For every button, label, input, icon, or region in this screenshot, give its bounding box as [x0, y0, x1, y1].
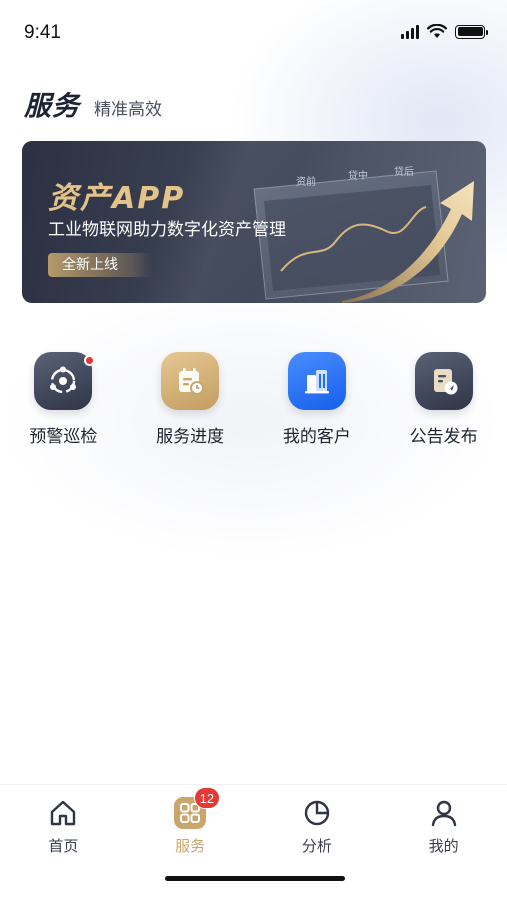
- user-icon: [428, 797, 460, 829]
- service-label: 预警巡检: [29, 427, 98, 447]
- service-grid: 预警巡检 服务进度 我的客户 公告发布: [0, 352, 507, 447]
- tab-label: 服务: [175, 837, 206, 855]
- banner-art-label: 贷中: [348, 169, 368, 182]
- page-title: 服务: [24, 91, 80, 122]
- service-label: 我的客户: [282, 427, 351, 447]
- banner-title: 资产APP: [48, 181, 186, 216]
- wifi-icon: [427, 24, 447, 38]
- banner-tag: 全新上线: [48, 253, 152, 277]
- service-item-announcement[interactable]: 公告发布: [380, 352, 507, 447]
- home-indicator[interactable]: [165, 876, 345, 881]
- status-icons: [401, 24, 488, 39]
- pie-chart-icon: [301, 797, 333, 829]
- battery-icon: [455, 24, 488, 39]
- service-item-service-progress[interactable]: 服务进度: [127, 352, 254, 447]
- notification-dot: [84, 355, 96, 366]
- banner-art-label: 资前: [296, 175, 316, 188]
- tab-home[interactable]: 首页: [0, 785, 127, 865]
- status-bar: 9:41: [0, 0, 507, 62]
- tab-badge: 12: [193, 787, 221, 809]
- signal-icon: [401, 24, 419, 39]
- page-subtitle: 精准高效: [94, 100, 162, 120]
- tab-label: 我的: [428, 837, 459, 855]
- notice-send-icon: [414, 352, 473, 410]
- banner-art-label: 贷后: [394, 165, 414, 178]
- building-icon: [287, 352, 346, 410]
- tab-services[interactable]: 12 服务: [127, 785, 254, 865]
- service-label: 公告发布: [409, 427, 478, 447]
- status-time: 9:41: [24, 22, 61, 43]
- promo-banner[interactable]: 资前 贷中 贷后 资产APP 工业物联网助力数字化资产管理 全新上线: [22, 141, 486, 303]
- service-label: 服务进度: [156, 427, 225, 447]
- tab-label: 首页: [48, 837, 79, 855]
- page-header: 服务 精准高效: [24, 84, 162, 123]
- service-item-my-customers[interactable]: 我的客户: [254, 352, 381, 447]
- tab-analysis[interactable]: 分析: [254, 785, 381, 865]
- calendar-progress-icon: [161, 352, 220, 410]
- radar-inspect-icon: [34, 352, 96, 410]
- home-icon: [47, 797, 79, 829]
- service-item-warning-inspection[interactable]: 预警巡检: [0, 352, 127, 447]
- banner-description: 工业物联网助力数字化资产管理: [48, 220, 286, 240]
- grid-icon: 12: [174, 787, 221, 829]
- tab-profile[interactable]: 我的: [380, 785, 507, 865]
- bottom-tab-bar: 首页 12 服务 分析 我的: [0, 784, 507, 900]
- tab-label: 分析: [301, 837, 332, 855]
